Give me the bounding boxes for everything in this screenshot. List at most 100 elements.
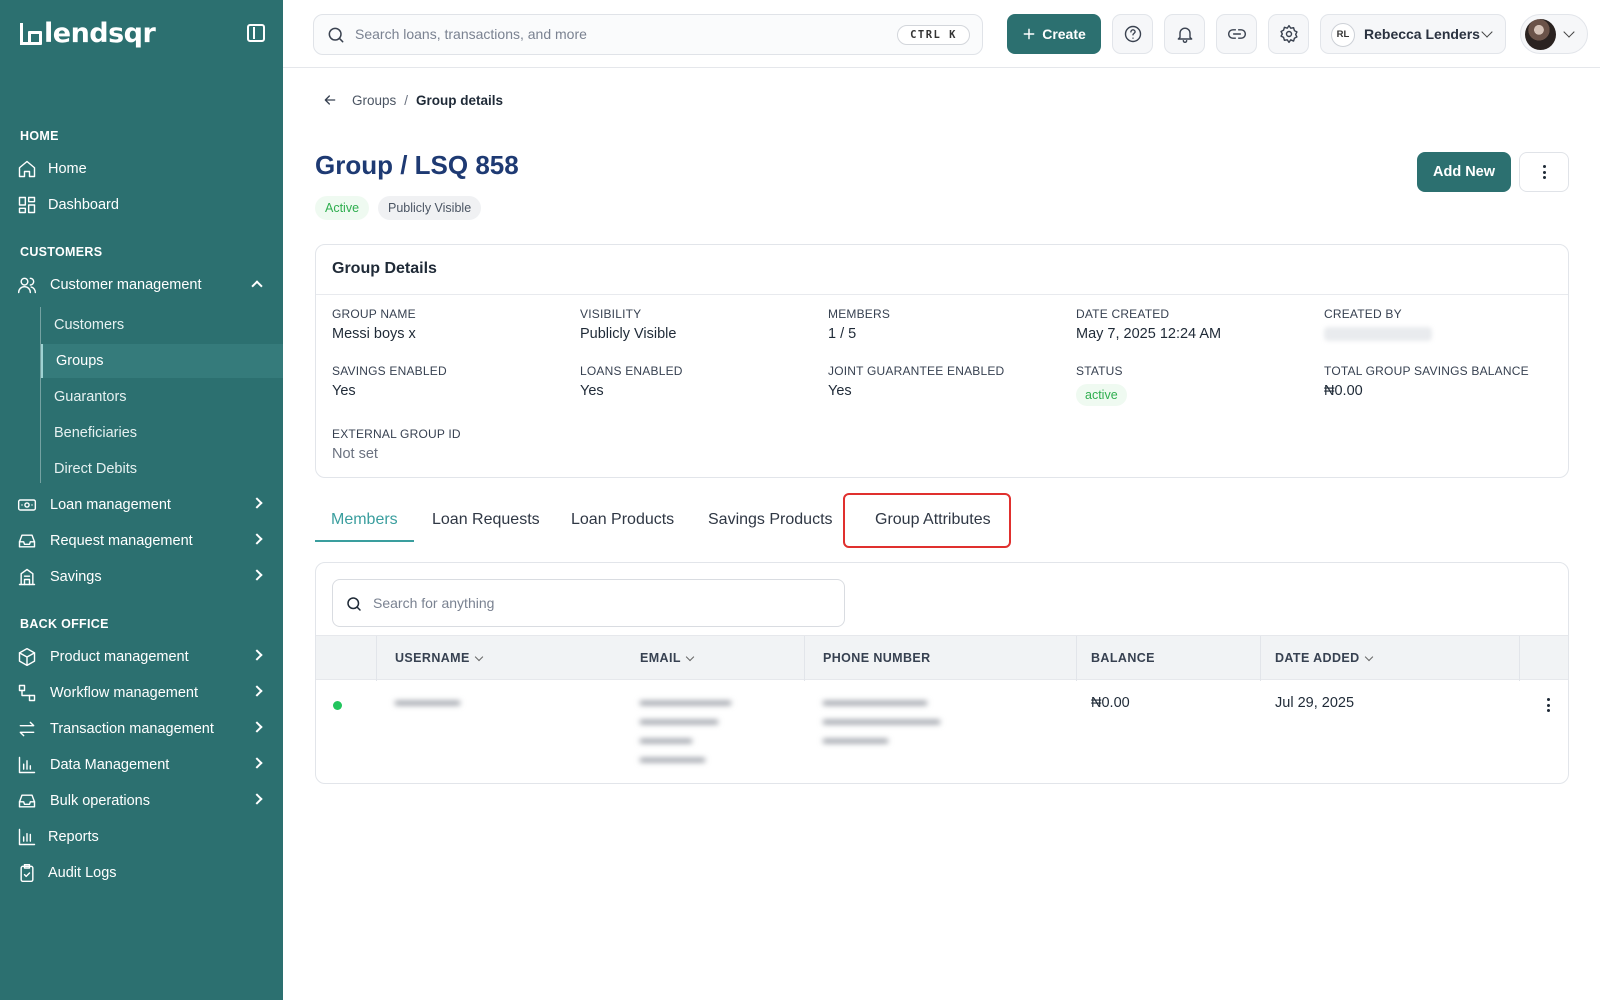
- field-label: VISIBILITY: [580, 307, 642, 321]
- gear-icon: [1279, 24, 1298, 44]
- field-label: TOTAL GROUP SAVINGS BALANCE: [1324, 364, 1529, 378]
- breadcrumb-current: Group details: [416, 92, 504, 108]
- sidebar-item-bulk-operations[interactable]: Bulk operations: [0, 784, 283, 818]
- tab-loan-requests[interactable]: Loan Requests: [416, 498, 556, 542]
- field-group-name: GROUP NAME Messi boys x: [332, 307, 416, 342]
- back-arrow-icon[interactable]: [322, 92, 338, 108]
- chevron-up-icon: [251, 280, 263, 292]
- chevron-right-icon: [251, 649, 263, 661]
- sidebar-item-label: Dashboard: [48, 197, 119, 213]
- field-created-by: CREATED BY: [1324, 307, 1432, 341]
- settings-button[interactable]: [1268, 14, 1309, 54]
- clipboard-check-icon: [17, 863, 37, 883]
- column-label: BALANCE: [1091, 651, 1155, 665]
- sidebar-subitem-groups[interactable]: Groups: [41, 344, 283, 378]
- sidebar-item-transaction-management[interactable]: Transaction management: [0, 712, 283, 746]
- sidebar-subitem-direct-debits[interactable]: Direct Debits: [41, 452, 283, 486]
- workflow-icon: [17, 683, 37, 703]
- field-value: Yes: [580, 383, 604, 399]
- sidebar-item-label: Workflow management: [50, 685, 199, 701]
- savings-icon: [17, 567, 37, 587]
- sidebar-item-savings[interactable]: Savings: [0, 560, 283, 594]
- tab-savings-products[interactable]: Savings Products: [692, 498, 849, 542]
- field-total-savings: TOTAL GROUP SAVINGS BALANCE ₦0.00: [1324, 364, 1529, 399]
- link-button[interactable]: [1216, 14, 1257, 54]
- bell-icon: [1177, 27, 1192, 43]
- sidebar-item-data-management[interactable]: Data Management: [0, 748, 283, 782]
- sidebar-item-audit-logs[interactable]: Audit Logs: [0, 856, 283, 890]
- section-label-customers: CUSTOMERS: [20, 245, 103, 259]
- card-heading: Group Details: [316, 245, 1568, 295]
- inbox-icon: [17, 531, 37, 551]
- keyboard-shortcut: CTRL K: [897, 25, 970, 45]
- column-header-email[interactable]: EMAIL: [640, 651, 695, 665]
- sidebar-item-request-management[interactable]: Request management: [0, 524, 283, 558]
- sidebar-item-label: Reports: [48, 829, 99, 845]
- sidebar-subitem-beneficiaries[interactable]: Beneficiaries: [41, 416, 283, 450]
- field-label: JOINT GUARANTEE ENABLED: [828, 364, 1005, 378]
- add-new-button[interactable]: Add New: [1417, 152, 1511, 192]
- sort-icon: [1364, 652, 1373, 661]
- bar-chart-icon: [17, 755, 37, 775]
- create-button-label: Create: [1042, 26, 1086, 42]
- column-divider: [376, 636, 377, 681]
- field-label: GROUP NAME: [332, 307, 416, 321]
- sidebar-item-dashboard[interactable]: Dashboard: [0, 188, 283, 222]
- sidebar-item-customer-management[interactable]: Customer management: [0, 268, 283, 302]
- more-options-button[interactable]: [1519, 152, 1569, 192]
- collapse-sidebar-icon[interactable]: [247, 24, 265, 42]
- help-button[interactable]: [1112, 14, 1153, 54]
- logo-icon: [20, 22, 42, 45]
- field-external-group-id: EXTERNAL GROUP ID Not set: [332, 427, 461, 462]
- table-search-input[interactable]: Search for anything: [332, 579, 845, 627]
- field-savings-enabled: SAVINGS ENABLED Yes: [332, 364, 447, 399]
- cell-date-added: Jul 29, 2025: [1275, 695, 1355, 711]
- profile-menu[interactable]: [1520, 14, 1588, 54]
- section-label-home: HOME: [20, 129, 59, 143]
- column-header-date-added[interactable]: DATE ADDED: [1275, 651, 1373, 665]
- chevron-right-icon: [251, 569, 263, 581]
- column-label: USERNAME: [395, 651, 470, 665]
- account-switcher[interactable]: RL Rebecca Lenders: [1320, 14, 1506, 54]
- field-value: Messi boys x: [332, 326, 416, 342]
- tab-members[interactable]: Members: [315, 498, 414, 542]
- brand-logo[interactable]: lendsqr: [20, 18, 156, 49]
- sidebar-subitem-guarantors[interactable]: Guarantors: [41, 380, 283, 414]
- chevron-right-icon: [251, 757, 263, 769]
- table-row[interactable]: ▬▬▬▬▬ ▬▬▬▬▬▬▬ ▬▬▬▬▬▬ ▬▬▬▬ ▬▬▬▬▬ ▬▬▬▬▬▬▬▬ ▬▬▬…: [316, 680, 1568, 783]
- tab-loan-products[interactable]: Loan Products: [555, 498, 690, 542]
- breadcrumb-separator: /: [404, 92, 409, 108]
- section-label-back-office: BACK OFFICE: [20, 617, 109, 631]
- avatar: [1525, 19, 1556, 50]
- sidebar-item-label: Home: [48, 161, 87, 177]
- sidebar-subitem-customers[interactable]: Customers: [41, 308, 283, 342]
- sidebar-item-workflow-management[interactable]: Workflow management: [0, 676, 283, 710]
- members-table-card: Search for anything USERNAME EMAIL PHONE…: [315, 562, 1569, 784]
- field-value: Not set: [332, 446, 378, 462]
- sidebar-item-reports[interactable]: Reports: [0, 820, 283, 854]
- sidebar: lendsqr HOME Home Dashboard CUSTOMERS Cu…: [0, 0, 283, 1000]
- column-header-username[interactable]: USERNAME: [395, 651, 483, 665]
- create-button[interactable]: Create: [1007, 14, 1101, 54]
- table-header: USERNAME EMAIL PHONE NUMBER BALANCE DATE…: [316, 635, 1568, 681]
- box-icon: [17, 647, 37, 667]
- search-icon: [345, 595, 363, 618]
- breadcrumb: Groups / Group details: [322, 92, 503, 108]
- visibility-badge: Publicly Visible: [378, 196, 482, 220]
- global-search-input[interactable]: Search loans, transactions, and more CTR…: [313, 14, 983, 55]
- sidebar-item-product-management[interactable]: Product management: [0, 640, 283, 674]
- field-value: ₦0.00: [1324, 383, 1363, 399]
- row-actions-kebab-icon[interactable]: [1546, 698, 1550, 712]
- sidebar-item-loan-management[interactable]: Loan management: [0, 488, 283, 522]
- sidebar-item-label: Loan management: [50, 497, 171, 513]
- sidebar-item-label: Data Management: [50, 757, 170, 773]
- sidebar-item-home[interactable]: Home: [0, 152, 283, 186]
- field-members: MEMBERS 1 / 5: [828, 307, 890, 342]
- inbox-icon: [17, 791, 37, 811]
- search-placeholder: Search loans, transactions, and more: [355, 26, 587, 42]
- field-label: SAVINGS ENABLED: [332, 364, 447, 378]
- notifications-button[interactable]: [1164, 14, 1205, 54]
- field-value: Publicly Visible: [580, 326, 677, 342]
- column-divider: [1076, 636, 1077, 681]
- breadcrumb-groups-link[interactable]: Groups: [352, 93, 396, 108]
